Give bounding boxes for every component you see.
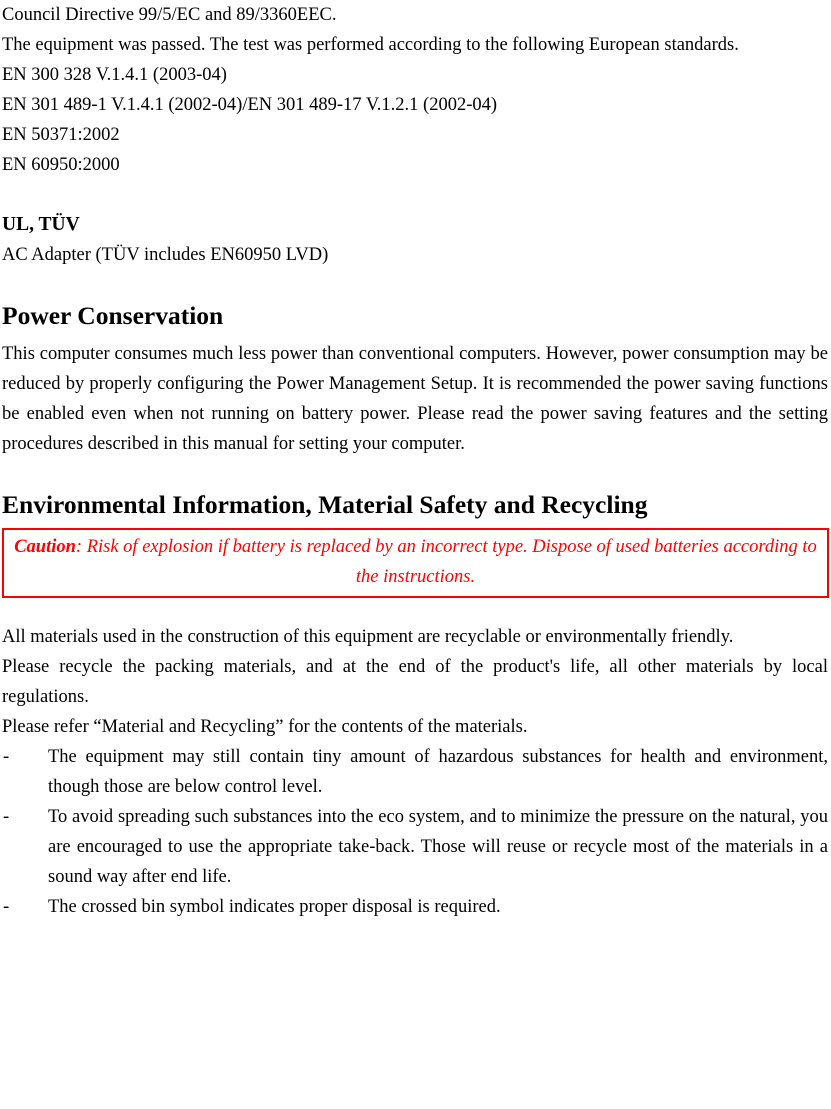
caution-text: Caution: Risk of explosion if battery is… [10, 532, 821, 592]
bullet-marker-icon: - [3, 897, 10, 917]
caution-box: Caution: Risk of explosion if battery is… [2, 528, 829, 598]
bullet-marker-icon: - [3, 747, 10, 767]
standard-en-301-489: EN 301 489-1 V.1.4.1 (2002-04)/EN 301 48… [2, 95, 498, 115]
recycling-paragraph-packing: Please recycle the packing materials, an… [2, 657, 828, 707]
equipment-passed-paragraph: The equipment was passed. The test was p… [2, 35, 739, 55]
list-item-text: The equipment may still contain tiny amo… [48, 747, 828, 797]
power-conservation-paragraph: This computer consumes much less power t… [2, 344, 828, 454]
recycling-paragraph-refer: Please refer “Material and Recycling” fo… [2, 717, 528, 737]
heading-power-conservation: Power Conservation [2, 301, 224, 330]
heading-ul-tuv: UL, TÜV [2, 214, 80, 235]
list-item: - The crossed bin symbol indicates prope… [2, 892, 828, 922]
standard-en-300-328: EN 300 328 V.1.4.1 (2003-04) [2, 65, 227, 85]
caution-separator: : [75, 537, 87, 557]
caution-message: Risk of explosion if battery is replaced… [86, 537, 817, 587]
list-item: - To avoid spreading such substances int… [2, 802, 828, 892]
list-item-text: To avoid spreading such substances into … [48, 807, 828, 887]
caution-label: Caution [14, 537, 76, 557]
bullet-marker-icon: - [3, 807, 10, 827]
recycling-paragraph-materials: All materials used in the construction o… [2, 627, 734, 647]
document-page: Council Directive 99/5/EC and 89/3360EEC… [0, 0, 831, 1109]
council-directive-line: Council Directive 99/5/EC and 89/3360EEC… [2, 5, 337, 25]
spacer-before-ul-tuv [2, 180, 828, 210]
spacer-before-environmental [2, 459, 828, 489]
list-item-text: The crossed bin symbol indicates proper … [48, 897, 501, 917]
heading-environmental-information: Environmental Information, Material Safe… [2, 490, 648, 519]
spacer-after-caution-box [2, 598, 828, 622]
spacer-after-environmental-heading [2, 520, 828, 528]
ul-tuv-body: AC Adapter (TÜV includes EN60950 LVD) [2, 245, 329, 265]
spacer-before-power-conservation [2, 270, 828, 300]
list-item: - The equipment may still contain tiny a… [2, 742, 828, 802]
standard-en-50371: EN 50371:2002 [2, 125, 120, 145]
standard-en-60950: EN 60950:2000 [2, 155, 120, 175]
spacer-after-power-heading [2, 331, 828, 339]
